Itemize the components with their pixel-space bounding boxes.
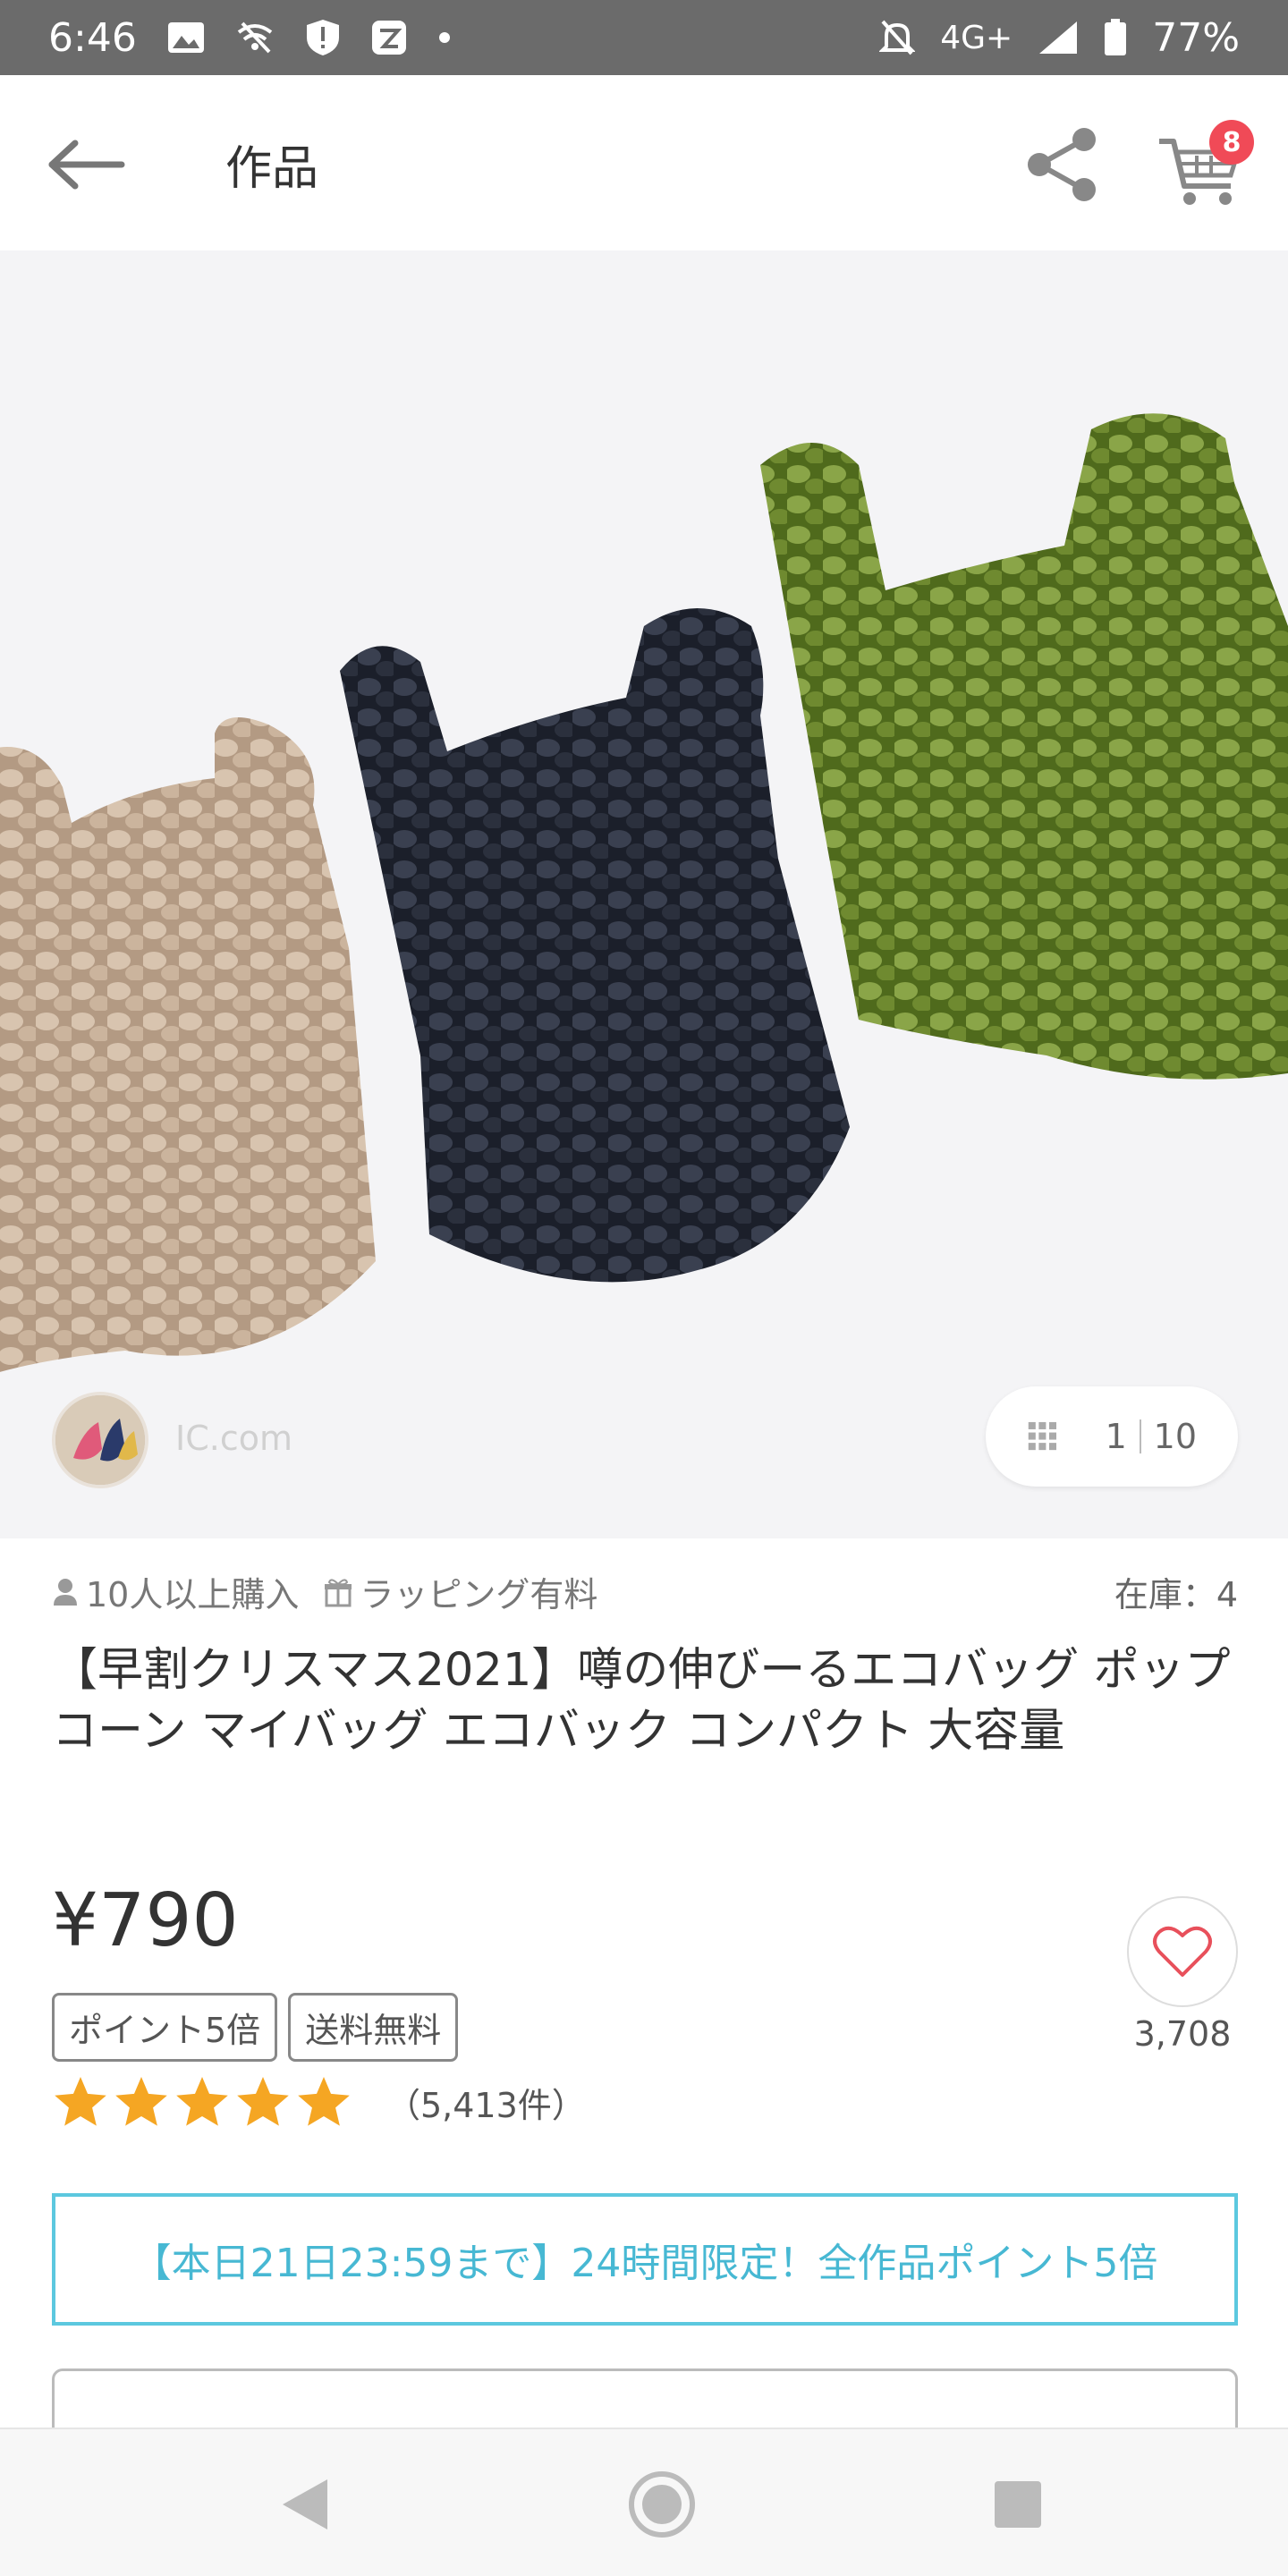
wifi-off-icon [235,20,275,55]
battery-icon [1104,19,1127,56]
square-recents-icon [995,2481,1041,2528]
purchases-info: 10人以上購入 [52,1567,299,1616]
app-notification-icon [371,20,407,55]
battery-percent: 77% [1152,14,1240,61]
nav-recents-button[interactable] [982,2469,1054,2540]
image-counter-button[interactable]: 1 10 [986,1386,1238,1487]
star-icon [298,2077,350,2126]
grid-icon [1028,1421,1056,1451]
product-meta-row: 10人以上購入 ラッピング有料 在庫：4 [52,1567,1238,1616]
share-button[interactable] [1020,122,1106,208]
gift-icon [325,1578,352,1606]
star-icon [176,2077,228,2126]
shield-alert-icon [305,18,341,57]
back-button[interactable] [47,129,127,200]
tag-free-shipping: 送料無料 [288,1993,459,2062]
shop-avatar[interactable] [52,1392,148,1488]
counter-divider [1139,1419,1141,1453]
product-price: ¥790 [52,1878,239,1963]
tag-points: ポイント5倍 [52,1993,278,2062]
page-title: 作品 [225,142,319,196]
product-title: 【早割クリスマス2021】噂の伸びーるエコバッグ ポップコーン マイバッグ エコ… [52,1644,1231,1758]
person-icon [54,1578,77,1606]
cart-button[interactable]: 8 [1156,114,1254,213]
purchases-text: 10人以上購入 [86,1575,300,1614]
status-time: 6:46 [48,14,137,61]
product-photo [0,413,1288,1372]
favorite-count: 3,708 [1133,2014,1232,2054]
shoes-thumbnail-icon [55,1395,145,1485]
triangle-back-icon [283,2479,327,2529]
wrapping-text: ラッピング有料 [360,1575,598,1614]
star-icon [237,2077,289,2126]
star-icon [55,2077,106,2126]
image-current: 1 [1105,1417,1127,1456]
promo-banner[interactable]: 【本日21日23:59まで】24時間限定！全作品ポイント5倍 [52,2193,1238,2326]
wrapping-info: ラッピング有料 [324,1567,597,1616]
system-nav-bar [0,2428,1288,2576]
home-circle-icon [629,2471,695,2538]
cart-count-badge: 8 [1209,120,1254,165]
heart-icon [1153,1926,1212,1977]
app-header: 作品 8 [0,75,1288,250]
gallery-icon [167,21,205,54]
more-notifications-dot-icon [437,30,452,45]
image-total: 10 [1153,1417,1197,1456]
stock-count: 在庫：4 [1114,1575,1238,1614]
status-bar: 6:46 4G+ 77% [0,0,1288,75]
product-tags: ポイント5倍 送料無料 [52,1993,459,2062]
signal-icon [1038,20,1079,55]
network-type: 4G+ [940,19,1013,56]
promo-text: 【本日21日23:59まで】24時間限定！全作品ポイント5倍 [131,2241,1158,2286]
mute-bell-icon [879,18,916,57]
review-count: （5,413件） [386,2085,586,2125]
nav-home-button[interactable] [626,2469,698,2540]
share-icon [1028,128,1096,201]
favorite-button[interactable] [1127,1896,1238,2007]
arrow-left-icon [48,140,125,190]
image-watermark: IC.com [175,1419,292,1458]
nav-back-button[interactable] [268,2469,340,2540]
rating-row[interactable]: （5,413件） [52,2073,586,2131]
product-image-carousel[interactable] [0,250,1288,1538]
star-icon [115,2077,167,2126]
